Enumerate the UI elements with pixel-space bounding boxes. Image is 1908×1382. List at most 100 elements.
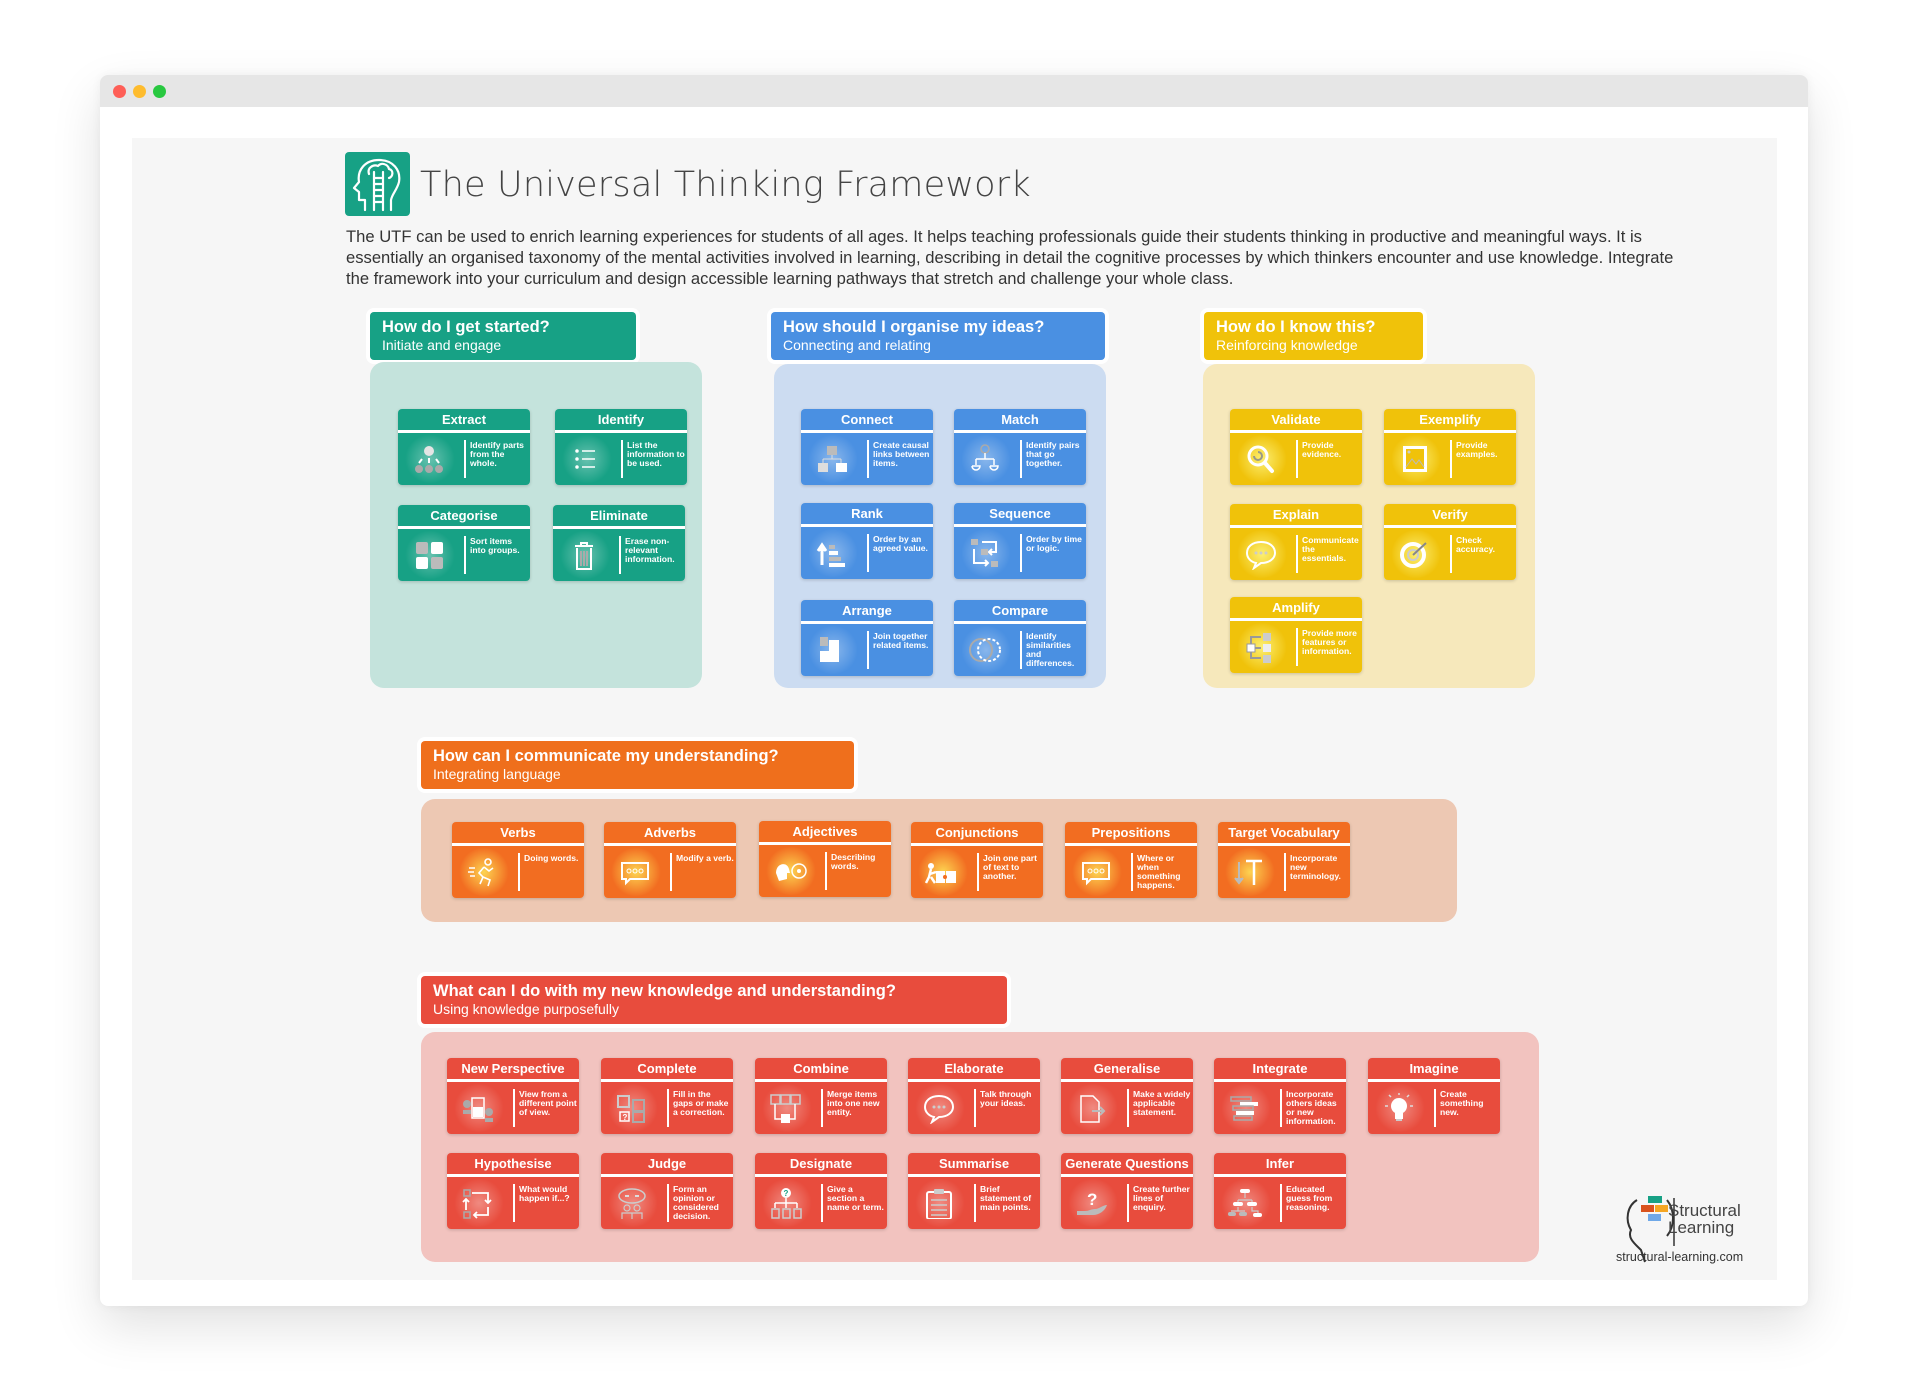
card-body: Merge items into one new entity.: [755, 1082, 887, 1134]
card-separator: [1280, 1089, 1282, 1127]
minimize-window-button[interactable]: [133, 85, 146, 98]
card-description: Form an opinion or considered decision.: [673, 1184, 719, 1221]
card-description: Incorporate others ideas or new informat…: [1286, 1089, 1337, 1126]
card-description: Create further lines of enquiry.: [1133, 1184, 1190, 1212]
card-verbs[interactable]: Verbs Doing words.: [452, 822, 584, 898]
svg-text:?: ?: [623, 1113, 628, 1122]
card-complete[interactable]: Complete ? Fill in the gaps or make a corr…: [601, 1058, 733, 1134]
card-separator: [1284, 853, 1286, 891]
magnifier-icon: [1244, 443, 1278, 475]
card-title: Exemplify: [1384, 409, 1516, 430]
card-description: Create something new.: [1440, 1089, 1484, 1117]
card-elaborate[interactable]: Elaborate Talk through your ideas.: [908, 1058, 1040, 1134]
puzzle-push-icon: [924, 856, 959, 888]
card-body: What would happen if...?: [447, 1177, 579, 1229]
section-question: How do I know this?: [1216, 318, 1376, 336]
card-title: Verify: [1384, 504, 1516, 525]
card-body: Brief statement of main points.: [908, 1177, 1040, 1229]
card-title: Connect: [801, 409, 933, 430]
section-question: How can I communicate my understanding?: [433, 747, 779, 765]
card-summarise[interactable]: Summarise Brief statement of main points.: [908, 1153, 1040, 1229]
card-rank[interactable]: Rank Order by an agreed value.: [801, 503, 933, 579]
card-separator: [513, 1089, 515, 1127]
card-arrange[interactable]: Arrange Join together related items.: [801, 600, 933, 676]
card-separator: [1450, 440, 1452, 478]
section-question: How should I organise my ideas?: [783, 318, 1045, 336]
card-verify[interactable]: Verify Check accuracy.: [1384, 504, 1516, 580]
card-prepositions[interactable]: Prepositions Where or when something happ…: [1065, 822, 1197, 898]
card-sequence[interactable]: Sequence Order by time or logic.: [954, 503, 1086, 579]
section-header-use-knowledge: What can I do with my new knowledge and …: [421, 976, 1007, 1024]
card-adjectives[interactable]: Adjectives Describing words.: [759, 821, 891, 897]
card-generalise[interactable]: Generalise Make a widely applicable state…: [1061, 1058, 1193, 1134]
page-title: The Universal Thinking Framework: [420, 165, 1031, 205]
section-header-communicate: How can I communicate my understanding? …: [421, 741, 854, 789]
glass-heads-icon: [461, 1092, 495, 1124]
card-separator: [464, 536, 466, 574]
card-description: Where or when something happens.: [1137, 853, 1181, 890]
card-eliminate[interactable]: Eliminate Erase non-relevant information.: [553, 505, 685, 581]
text-t-icon: [1232, 856, 1266, 888]
picture-icon: [1398, 443, 1432, 475]
card-combine[interactable]: Combine Merge items into one new entity.: [755, 1058, 887, 1134]
card-hypothesise[interactable]: Hypothesise What would happen if...?: [447, 1153, 579, 1229]
maximize-window-button[interactable]: [153, 85, 166, 98]
card-body: Sort items into groups.: [398, 529, 530, 581]
card-title: Validate: [1230, 409, 1362, 430]
card-title: Match: [954, 409, 1086, 430]
card-identify[interactable]: Identify List the information to be used.: [555, 409, 687, 485]
head-eye-icon: [773, 855, 807, 887]
close-window-button[interactable]: [113, 85, 126, 98]
card-exemplify[interactable]: Exemplify Provide examples.: [1384, 409, 1516, 485]
card-extract[interactable]: Extract Identify parts from the whole.: [398, 409, 530, 485]
card-title: Integrate: [1214, 1058, 1346, 1079]
window-titlebar: [100, 75, 1808, 107]
section-header-know-this: How do I know this? Reinforcing knowledg…: [1204, 312, 1423, 360]
scales-icon: [968, 443, 1002, 475]
section-subtitle: Initiate and engage: [382, 337, 502, 353]
card-description: List the information to be used.: [627, 440, 685, 468]
card-title: Adjectives: [759, 821, 891, 842]
card-connect[interactable]: Connect Create causal links between items…: [801, 409, 933, 485]
card-title: Explain: [1230, 504, 1362, 525]
card-target-vocabulary[interactable]: Target Vocabulary Incorporate new termino…: [1218, 822, 1350, 898]
card-body: ? Fill in the gaps or make a correction.: [601, 1082, 733, 1134]
section-subtitle: Using knowledge purposefully: [433, 1001, 619, 1017]
card-separator: [619, 536, 621, 574]
card-separator: [1450, 535, 1452, 573]
card-separator: [667, 1184, 669, 1222]
card-adverbs[interactable]: Adverbs Modify a verb.: [604, 822, 736, 898]
card-amplify[interactable]: Amplify Provide more features or informat…: [1230, 597, 1362, 673]
card-title: Identify: [555, 409, 687, 430]
card-generate-questions[interactable]: Generate Questions? Create further lines …: [1061, 1153, 1193, 1229]
card-compare[interactable]: Compare Identify similarities and differe…: [954, 600, 1086, 676]
card-imagine[interactable]: Imagine Create something new.: [1368, 1058, 1500, 1134]
brand-name: Structural Learning: [1668, 1201, 1741, 1237]
card-separator: [1296, 535, 1298, 573]
card-separator: [1127, 1089, 1129, 1127]
card-body: Where or when something happens.: [1065, 846, 1197, 898]
running-person-icon: [466, 856, 500, 888]
card-validate[interactable]: Validate Provide evidence.: [1230, 409, 1362, 485]
card-separator: [1020, 534, 1022, 572]
card-integrate[interactable]: Integrate Incorporate others ideas or new…: [1214, 1058, 1346, 1134]
section-question: What can I do with my new knowledge and …: [433, 982, 896, 1000]
card-body: Identify parts from the whole.: [398, 433, 530, 485]
card-judge[interactable]: Judge Form an opinion or considered decis…: [601, 1153, 733, 1229]
thumbs-people-icon: [615, 1187, 649, 1219]
card-categorise[interactable]: Categorise Sort items into groups.: [398, 505, 530, 581]
card-infer[interactable]: Infer Educated guess from reasoning.: [1214, 1153, 1346, 1229]
card-body: Create causal links between items.: [801, 433, 933, 485]
card-new-perspective[interactable]: New Perspective View from a different poi…: [447, 1058, 579, 1134]
merge-boxes-icon: [769, 1092, 803, 1124]
card-title: Target Vocabulary: [1218, 822, 1350, 843]
card-separator: [621, 440, 623, 478]
card-title: Complete: [601, 1058, 733, 1079]
card-title: Verbs: [452, 822, 584, 843]
card-conjunctions[interactable]: Conjunctions Join one part of text to ano…: [911, 822, 1043, 898]
card-explain[interactable]: Explain Communicate the essentials.: [1230, 504, 1362, 580]
card-match[interactable]: Match Identify pairs that go together.: [954, 409, 1086, 485]
card-description: Identify similarities and differences.: [1026, 631, 1075, 668]
brand-url[interactable]: structural-learning.com: [1616, 1250, 1743, 1264]
card-designate[interactable]: Designate? Give a section a name or term.: [755, 1153, 887, 1229]
